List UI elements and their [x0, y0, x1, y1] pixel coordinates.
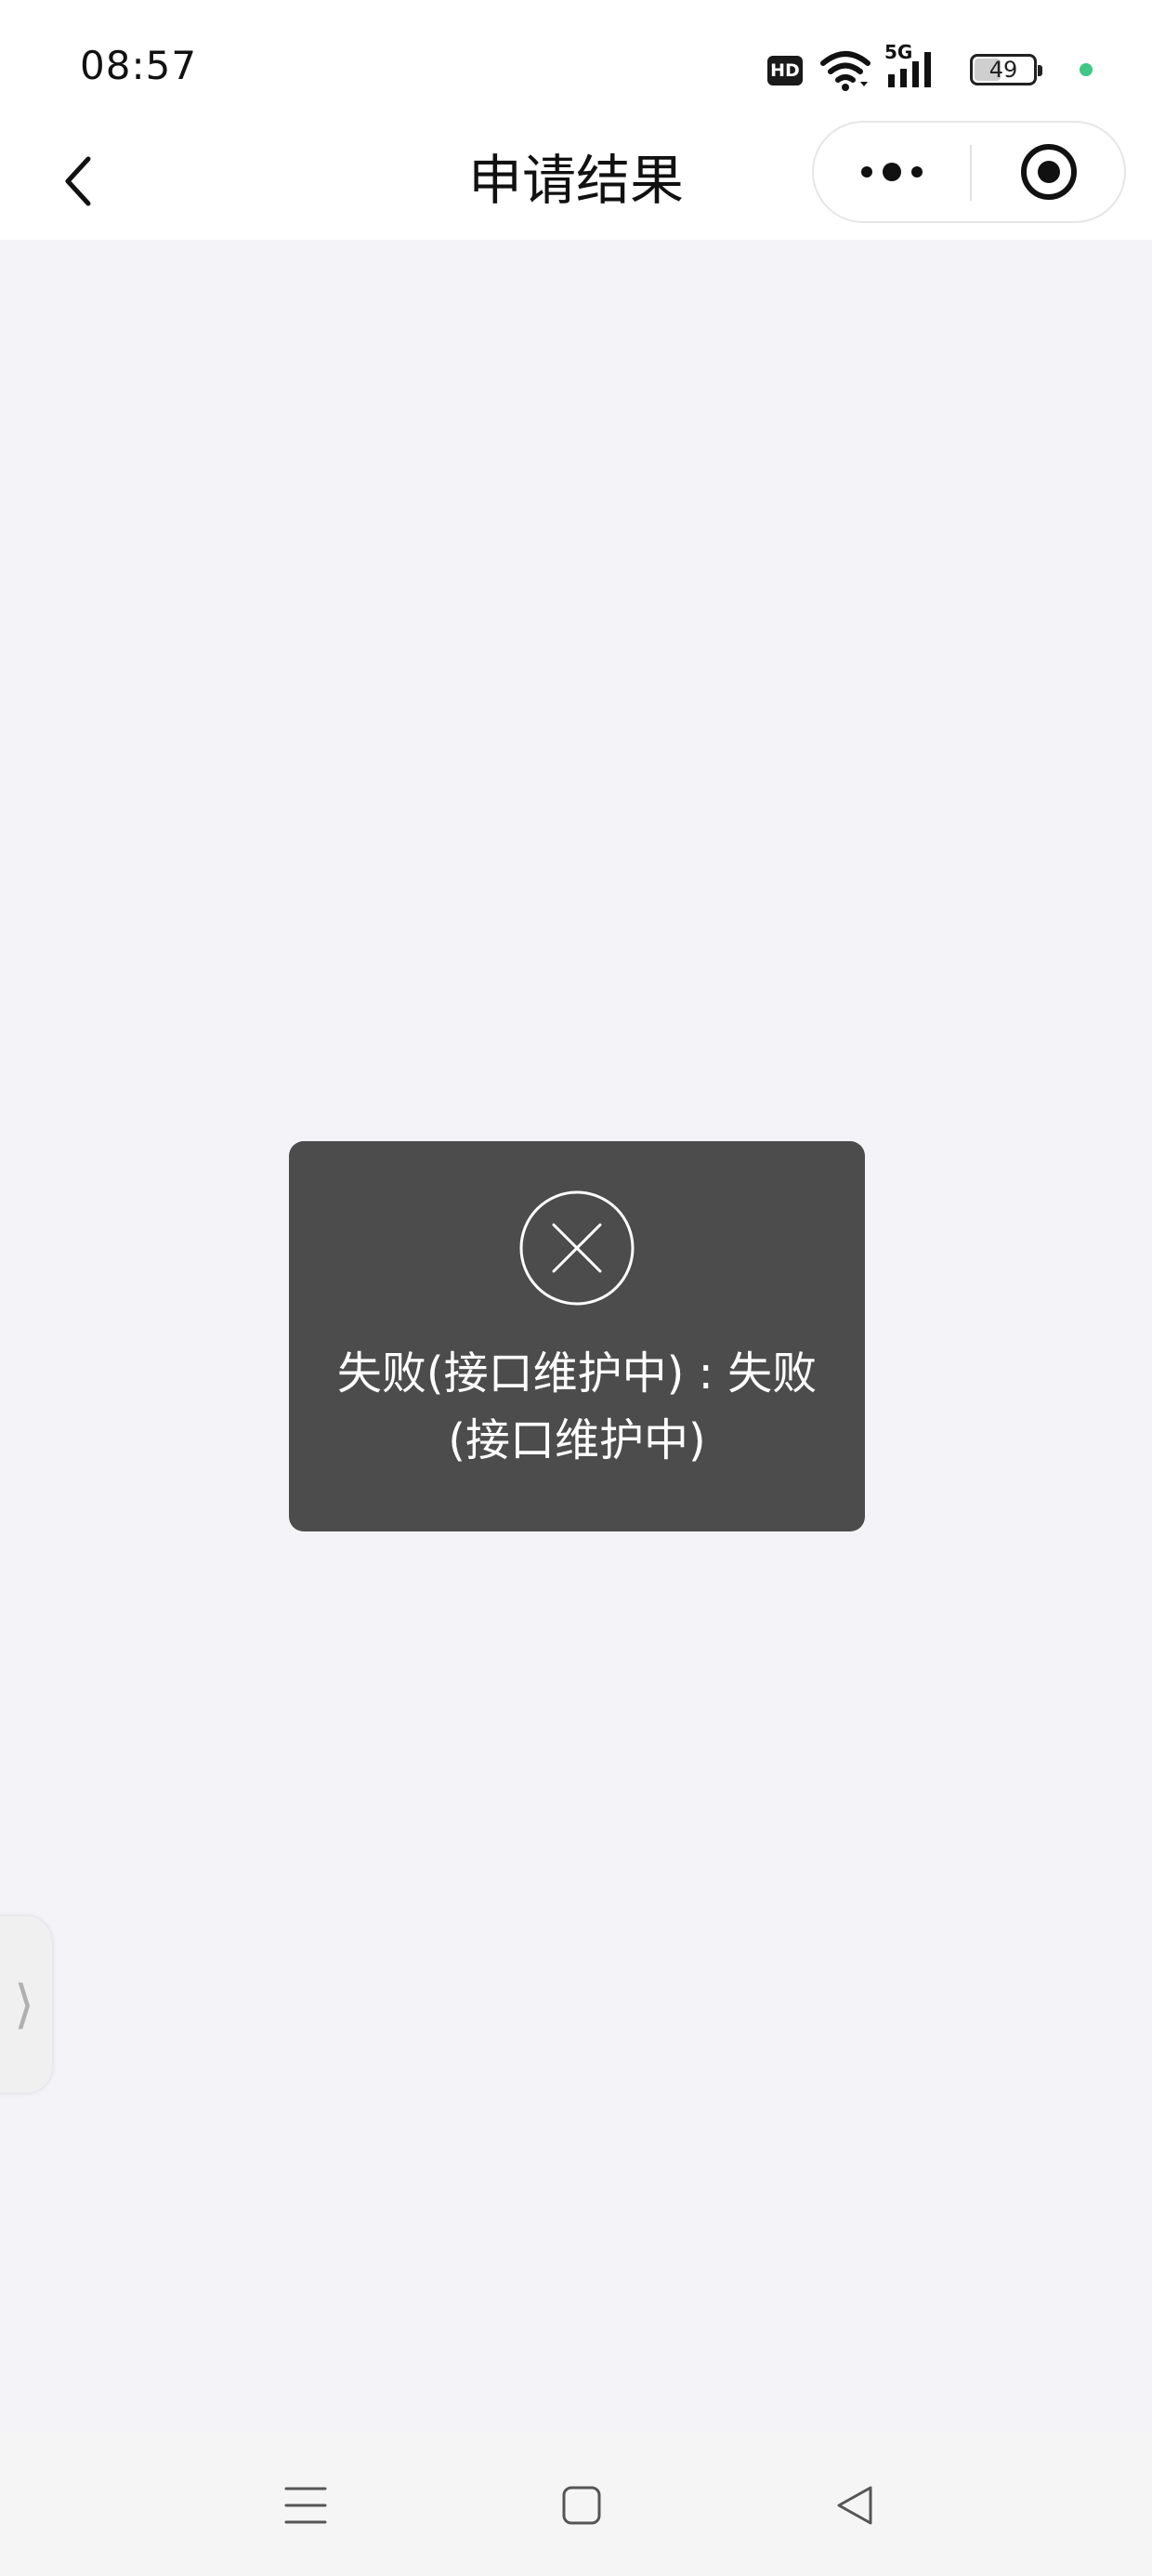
target-circle-icon [1021, 144, 1077, 200]
more-dots-icon [861, 163, 923, 181]
home-square-icon [562, 2486, 601, 2525]
system-back-button[interactable] [818, 2468, 892, 2543]
cellular-signal-icon: 5G [884, 41, 944, 95]
status-time: 08:57 [80, 43, 198, 88]
privacy-indicator-dot [1080, 63, 1093, 76]
menu-icon [284, 2487, 327, 2524]
toast-message: 失败(接口维护中) : 失败(接口维护中) [336, 1347, 818, 1466]
miniapp-capsule [812, 121, 1126, 223]
status-bar: 08:57 HD 5G 49 [0, 0, 1152, 121]
hd-icon: HD [767, 56, 803, 85]
battery-icon: 49 [970, 54, 1042, 85]
nav-bar: 申请结果 [0, 121, 1152, 240]
wifi-icon [820, 51, 871, 91]
recent-apps-button[interactable] [268, 2468, 343, 2543]
back-triangle-icon [837, 2486, 872, 2525]
side-expand-tab[interactable]: ⟩ [0, 1916, 52, 2093]
home-button[interactable] [544, 2468, 619, 2543]
battery-level: 49 [988, 57, 1018, 83]
chevron-left-icon [65, 156, 91, 206]
back-button[interactable] [37, 139, 121, 223]
close-miniapp-button[interactable] [972, 123, 1126, 221]
more-button[interactable] [814, 123, 970, 221]
close-circle-icon [519, 1190, 635, 1306]
side-tab-chevron: ⟩ [14, 1974, 34, 2035]
error-toast: 失败(接口维护中) : 失败(接口维护中) [289, 1141, 865, 1531]
system-nav-bar [0, 2433, 1152, 2576]
